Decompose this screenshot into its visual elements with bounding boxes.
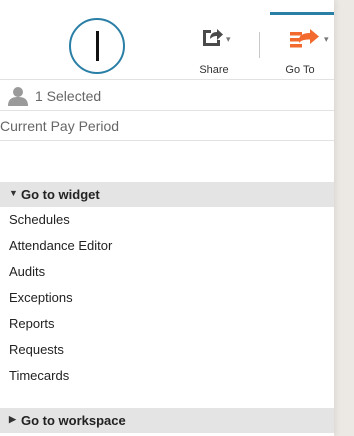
ibeam-cursor-icon bbox=[96, 31, 99, 61]
toolbar: ▾ Share ▾ Go To bbox=[0, 0, 334, 78]
widget-item-requests[interactable]: Requests bbox=[0, 337, 334, 363]
goto-dropdown-caret-icon: ▾ bbox=[324, 34, 329, 44]
share-label: Share bbox=[199, 64, 229, 76]
go-to-widget-title: Go to widget bbox=[21, 187, 100, 202]
timeframe-row: Current Pay Period bbox=[0, 111, 334, 141]
goto-active-indicator bbox=[270, 12, 334, 15]
person-icon bbox=[8, 87, 28, 106]
share-dropdown-caret-icon: ▾ bbox=[226, 34, 231, 44]
selection-summary: 1 Selected bbox=[0, 79, 334, 111]
timeframe-text: Current Pay Period bbox=[0, 118, 120, 134]
widget-item-label: Requests bbox=[9, 342, 64, 357]
widget-item-audits[interactable]: Audits bbox=[0, 259, 334, 285]
widget-item-exceptions[interactable]: Exceptions bbox=[0, 285, 334, 311]
expanded-triangle-icon: ▼ bbox=[9, 188, 18, 198]
collapsed-triangle-icon: ▶ bbox=[9, 414, 16, 424]
toolbar-divider bbox=[259, 32, 260, 58]
widget-item-timecards[interactable]: Timecards bbox=[0, 363, 334, 389]
widget-item-label: Reports bbox=[9, 316, 55, 331]
share-export-icon bbox=[203, 29, 223, 46]
goto-panel: ▾ Share ▾ Go To 1 Selected Current Pay P… bbox=[0, 0, 334, 436]
widget-item-reports[interactable]: Reports bbox=[0, 311, 334, 337]
widget-item-label: Attendance Editor bbox=[9, 238, 113, 253]
widget-item-label: Audits bbox=[9, 264, 46, 279]
selection-count-text: 1 Selected bbox=[35, 88, 102, 104]
widget-item-label: Timecards bbox=[9, 368, 70, 383]
share-button[interactable]: ▾ Share bbox=[190, 20, 238, 76]
go-to-workspace-header[interactable]: ▶ Go to workspace bbox=[0, 408, 334, 433]
text-cursor-indicator bbox=[69, 18, 125, 74]
widget-item-attendance-editor[interactable]: Attendance Editor bbox=[0, 233, 334, 259]
goto-arrow-icon bbox=[290, 29, 319, 48]
widget-item-label: Exceptions bbox=[9, 290, 73, 305]
go-to-workspace-title: Go to workspace bbox=[21, 413, 126, 428]
goto-button[interactable]: ▾ Go To bbox=[266, 12, 334, 76]
go-to-widget-header[interactable]: ▼ Go to widget bbox=[0, 182, 334, 207]
widget-item-schedules[interactable]: Schedules bbox=[0, 207, 334, 233]
goto-label: Go To bbox=[285, 64, 315, 76]
widget-item-label: Schedules bbox=[9, 212, 70, 227]
